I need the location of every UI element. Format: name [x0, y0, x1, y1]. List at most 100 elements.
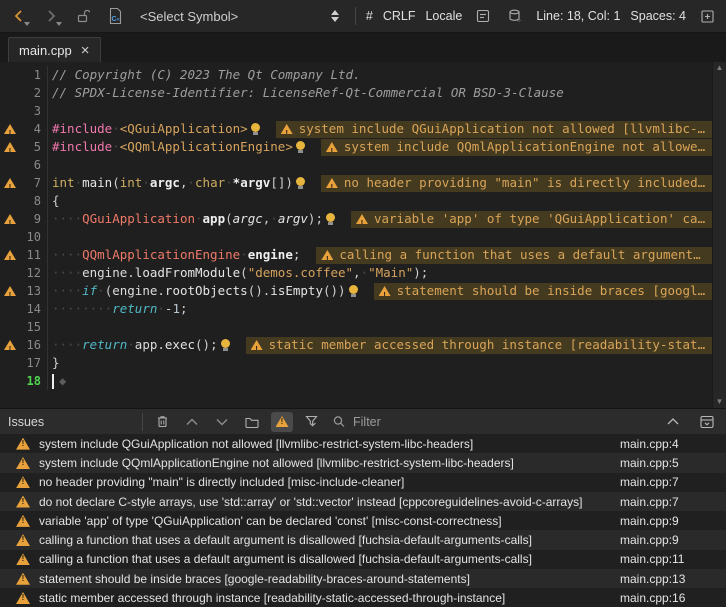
code-content[interactable]: ····QQmlApplicationEngine·engine;calling…	[48, 246, 712, 264]
previous-issue-button[interactable]	[181, 412, 203, 432]
issue-location[interactable]: main.cpp:9	[620, 514, 726, 528]
cursor-position-indicator[interactable]: Line: 18, Col: 1	[536, 9, 620, 23]
clear-issues-button[interactable]	[151, 412, 173, 432]
code-content[interactable]: ····QGuiApplication·app(argc,·argv);vari…	[48, 210, 712, 228]
issue-row[interactable]: variable 'app' of type 'QGuiApplication'…	[0, 511, 726, 530]
inline-warning-annotation[interactable]: calling a function that uses a default a…	[316, 247, 712, 264]
code-line[interactable]: 9····QGuiApplication·app(argc,·argv);var…	[0, 210, 712, 228]
code-content[interactable]	[48, 102, 712, 120]
scroll-up-icon[interactable]: ▲	[716, 64, 724, 72]
collapse-panel-button[interactable]	[662, 412, 684, 432]
issue-location[interactable]: main.cpp:11	[620, 552, 726, 566]
code-line[interactable]: 5#include·<QQmlApplicationEngine>system …	[0, 138, 712, 156]
code-line[interactable]: 18◆	[0, 372, 712, 390]
quickfix-bulb-icon[interactable]	[296, 140, 305, 154]
scroll-down-icon[interactable]: ▼	[716, 398, 724, 406]
code-line[interactable]: 17}	[0, 354, 712, 372]
annotations-settings-button[interactable]	[472, 5, 494, 27]
memory-usage-button[interactable]: ‹›	[504, 5, 526, 27]
quickfix-bulb-icon[interactable]	[326, 212, 335, 226]
issue-location[interactable]: main.cpp:9	[620, 533, 726, 547]
inline-warning-annotation[interactable]: system include QGuiApplication not allow…	[276, 121, 712, 138]
issue-location[interactable]: main.cpp:7	[620, 475, 726, 489]
issue-location[interactable]: main.cpp:13	[620, 572, 726, 586]
tab-main-cpp[interactable]: main.cpp ×	[8, 37, 101, 62]
issue-row[interactable]: calling a function that uses a default a…	[0, 530, 726, 549]
code-token: engine	[82, 264, 127, 282]
code-line[interactable]: 16····return·app.exec();static member ac…	[0, 336, 712, 354]
issues-filter-input[interactable]: Filter	[331, 414, 654, 430]
code-content[interactable]: ········return·-1;	[48, 300, 712, 318]
code-line[interactable]: 8{	[0, 192, 712, 210]
code-content[interactable]: }	[48, 354, 712, 372]
issue-row[interactable]: system include QQmlApplicationEngine not…	[0, 453, 726, 472]
issue-row[interactable]: do not declare C-style arrays, use 'std:…	[0, 492, 726, 511]
inline-warning-annotation[interactable]: statement should be inside braces [googl…	[374, 283, 712, 300]
code-line[interactable]: 2// SPDX-License-Identifier: LicenseRef-…	[0, 84, 712, 102]
issue-location[interactable]: main.cpp:7	[620, 495, 726, 509]
inline-warning-annotation[interactable]: system include QQmlApplicationEngine not…	[321, 139, 712, 156]
code-editor[interactable]: 1// Copyright (C) 2023 The Qt Company Lt…	[0, 62, 726, 408]
issue-row[interactable]: calling a function that uses a default a…	[0, 550, 726, 569]
annotation-text: variable 'app' of type 'QGuiApplication'…	[374, 211, 707, 228]
inline-warning-annotation[interactable]: variable 'app' of type 'QGuiApplication'…	[351, 211, 712, 228]
code-line[interactable]: 3	[0, 102, 712, 120]
close-icon[interactable]: ×	[81, 43, 90, 58]
code-line[interactable]: 10	[0, 228, 712, 246]
split-editor-button[interactable]	[696, 5, 718, 27]
code-line[interactable]: 1// Copyright (C) 2023 The Qt Company Lt…	[0, 66, 712, 84]
code-content[interactable]: int·main(int·argc,·char·*argv[])no heade…	[48, 174, 712, 192]
issue-row[interactable]: static member accessed through instance …	[0, 588, 726, 607]
filter-options-button[interactable]	[301, 412, 323, 432]
show-categories-button[interactable]	[241, 412, 263, 432]
code-content[interactable]: ····return·app.exec();static member acce…	[48, 336, 712, 354]
back-history-dropdown-icon[interactable]	[24, 22, 30, 26]
editor-scrollbar[interactable]: ▲ ▼	[712, 62, 726, 408]
quickfix-bulb-icon[interactable]	[296, 176, 305, 190]
issue-row[interactable]: no header providing "main" is directly i…	[0, 473, 726, 492]
code-content[interactable]: ····engine.loadFromModule("demos.coffee"…	[48, 264, 712, 282]
code-content[interactable]: ····if·(engine.rootObjects().isEmpty())s…	[48, 282, 712, 300]
code-content[interactable]: // Copyright (C) 2023 The Qt Company Ltd…	[48, 66, 712, 84]
go-back-button[interactable]	[8, 5, 30, 27]
quickfix-bulb-icon[interactable]	[221, 338, 230, 352]
code-content[interactable]: // SPDX-License-Identifier: LicenseRef-Q…	[48, 84, 712, 102]
pin-file-button[interactable]	[72, 5, 94, 27]
code-content[interactable]	[48, 318, 712, 336]
code-line[interactable]: 4#include·<QGuiApplication>system includ…	[0, 120, 712, 138]
code-content[interactable]	[48, 156, 712, 174]
issue-location[interactable]: main.cpp:16	[620, 591, 726, 605]
quickfix-bulb-icon[interactable]	[349, 284, 358, 298]
code-content[interactable]: ◆	[48, 372, 712, 390]
go-forward-button[interactable]	[40, 5, 62, 27]
forward-history-dropdown-icon[interactable]	[56, 22, 62, 26]
code-line[interactable]: 15	[0, 318, 712, 336]
up-down-arrows-icon[interactable]	[331, 10, 341, 22]
inline-warning-annotation[interactable]: static member accessed through instance …	[246, 337, 712, 354]
expand-panel-button[interactable]	[696, 412, 718, 432]
symbol-selector[interactable]: <Select Symbol>	[136, 4, 345, 28]
next-issue-button[interactable]	[211, 412, 233, 432]
indentation-indicator[interactable]: Spaces: 4	[630, 9, 686, 23]
gutter: 13	[0, 282, 48, 300]
code-line[interactable]: 14········return·-1;	[0, 300, 712, 318]
issue-location[interactable]: main.cpp:4	[620, 437, 726, 451]
code-line[interactable]: 6	[0, 156, 712, 174]
code-line[interactable]: 7int·main(int·argc,·char·*argv[])no head…	[0, 174, 712, 192]
encoding-selector[interactable]: Locale	[425, 9, 462, 23]
hash-button[interactable]: #	[366, 9, 373, 23]
show-warnings-toggle[interactable]	[271, 412, 293, 432]
code-content[interactable]	[48, 228, 712, 246]
code-content[interactable]: #include·<QGuiApplication>system include…	[48, 120, 712, 138]
issue-row[interactable]: statement should be inside braces [googl…	[0, 569, 726, 588]
code-content[interactable]: {	[48, 192, 712, 210]
inline-warning-annotation[interactable]: no header providing "main" is directly i…	[321, 175, 712, 192]
code-line[interactable]: 13····if·(engine.rootObjects().isEmpty()…	[0, 282, 712, 300]
code-line[interactable]: 12····engine.loadFromModule("demos.coffe…	[0, 264, 712, 282]
code-content[interactable]: #include·<QQmlApplicationEngine>system i…	[48, 138, 712, 156]
issue-location[interactable]: main.cpp:5	[620, 456, 726, 470]
line-ending-selector[interactable]: CRLF	[383, 9, 416, 23]
code-line[interactable]: 11····QQmlApplicationEngine·engine;calli…	[0, 246, 712, 264]
quickfix-bulb-icon[interactable]	[251, 122, 260, 136]
issue-row[interactable]: system include QGuiApplication not allow…	[0, 434, 726, 453]
